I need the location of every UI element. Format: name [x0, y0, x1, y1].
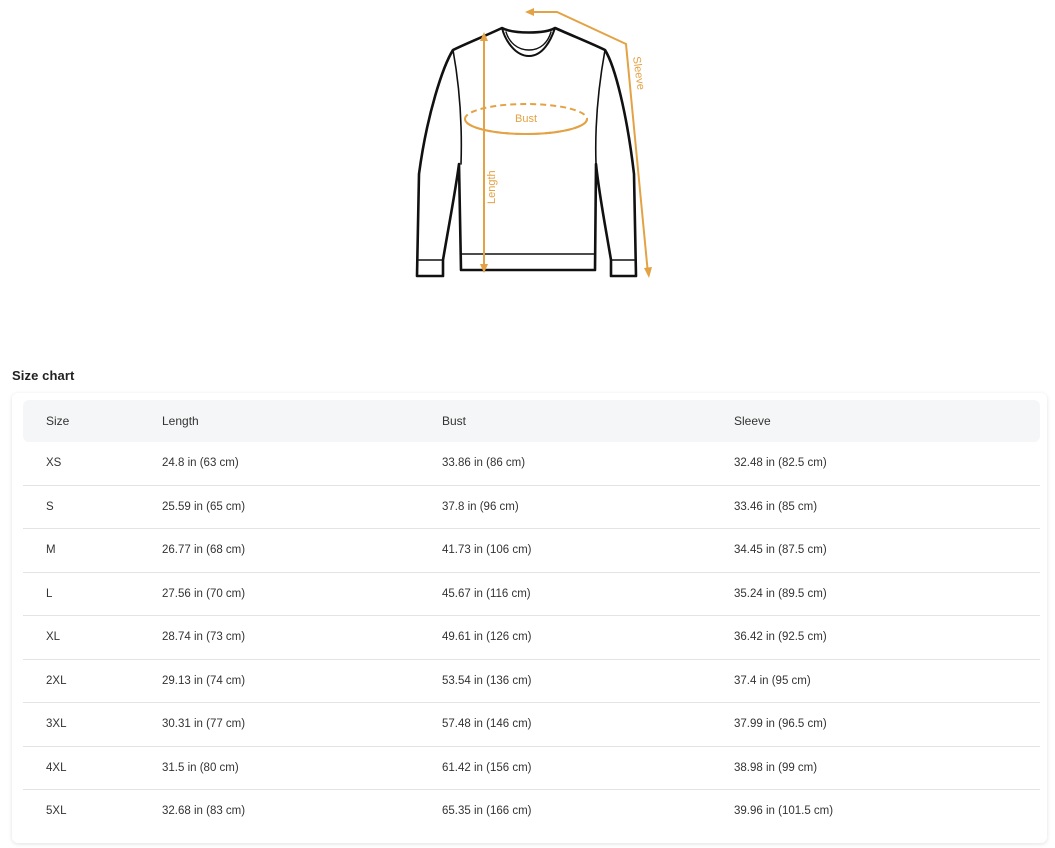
- cell-bust: 33.86 in (86 cm): [442, 442, 734, 486]
- cell-sleeve: 35.24 in (89.5 cm): [734, 572, 1040, 616]
- table-row: 5XL 32.68 in (83 cm) 65.35 in (166 cm) 3…: [23, 790, 1040, 833]
- table-row: 3XL 30.31 in (77 cm) 57.48 in (146 cm) 3…: [23, 702, 1040, 747]
- cell-size: XS: [23, 442, 162, 486]
- cell-length: 28.74 in (73 cm): [162, 615, 442, 660]
- cell-sleeve: 36.42 in (92.5 cm): [734, 615, 1040, 660]
- header-bust: Bust: [442, 414, 467, 428]
- cell-bust: 45.67 in (116 cm): [442, 572, 734, 616]
- table-row: 2XL 29.13 in (74 cm) 53.54 in (136 cm) 3…: [23, 659, 1040, 703]
- cell-size: XL: [23, 615, 162, 660]
- table-row: L 27.56 in (70 cm) 45.67 in (116 cm) 35.…: [23, 572, 1040, 616]
- cell-length: 27.56 in (70 cm): [162, 572, 442, 616]
- length-arrow-bottom-icon: [480, 264, 488, 273]
- cell-sleeve: 33.46 in (85 cm): [734, 485, 1040, 529]
- cell-size: 2XL: [23, 659, 162, 703]
- table-row: XL 28.74 in (73 cm) 49.61 in (126 cm) 36…: [23, 615, 1040, 660]
- cell-bust: 53.54 in (136 cm): [442, 659, 734, 703]
- cell-length: 32.68 in (83 cm): [162, 805, 246, 818]
- size-chart-title: Size chart: [12, 368, 75, 383]
- cell-length: 26.77 in (68 cm): [162, 528, 442, 573]
- cell-sleeve: 32.48 in (82.5 cm): [734, 442, 1040, 486]
- length-label: Length: [486, 170, 498, 204]
- size-chart-card: Size Length Bust Sleeve XS 24.8 in (63 c…: [12, 393, 1047, 843]
- sleeve-arrow-end-icon: [644, 267, 652, 278]
- sleeve-label: Sleeve: [630, 56, 647, 91]
- header-sleeve: Sleeve: [734, 414, 771, 428]
- cell-bust: 61.42 in (156 cm): [442, 746, 734, 790]
- sweatshirt-measurement-diagram: Bust Length Sleeve: [405, 4, 665, 286]
- cell-length: 24.8 in (63 cm): [162, 442, 442, 486]
- table-header-row: Size Length Bust Sleeve: [23, 400, 1040, 442]
- size-guide-page: Bust Length Sleeve Size chart Size Lengt…: [0, 0, 1055, 848]
- cell-size: 5XL: [46, 805, 67, 818]
- sleeve-arrow-start-icon: [525, 8, 534, 16]
- table-row: XS 24.8 in (63 cm) 33.86 in (86 cm) 32.4…: [23, 442, 1040, 486]
- table-row: M 26.77 in (68 cm) 41.73 in (106 cm) 34.…: [23, 528, 1040, 573]
- table-row: 4XL 31.5 in (80 cm) 61.42 in (156 cm) 38…: [23, 746, 1040, 790]
- cell-size: 3XL: [23, 702, 162, 747]
- cell-sleeve: 37.99 in (96.5 cm): [734, 702, 1040, 747]
- cell-bust: 57.48 in (146 cm): [442, 702, 734, 747]
- cell-size: M: [23, 528, 162, 573]
- cell-size: L: [23, 572, 162, 616]
- cell-sleeve: 38.98 in (99 cm): [734, 746, 1040, 790]
- cell-sleeve: 37.4 in (95 cm): [734, 659, 1040, 703]
- cell-size: S: [23, 485, 162, 529]
- cell-sleeve: 34.45 in (87.5 cm): [734, 528, 1040, 573]
- header-length: Length: [162, 414, 199, 428]
- cell-length: 25.59 in (65 cm): [162, 485, 442, 529]
- cell-sleeve: 39.96 in (101.5 cm): [734, 805, 834, 818]
- table-row: S 25.59 in (65 cm) 37.8 in (96 cm) 33.46…: [23, 485, 1040, 529]
- cell-bust: 65.35 in (166 cm): [442, 805, 532, 818]
- bust-label: Bust: [515, 113, 537, 125]
- cell-bust: 41.73 in (106 cm): [442, 528, 734, 573]
- size-chart-table: Size Length Bust Sleeve XS 24.8 in (63 c…: [23, 400, 1040, 833]
- cell-length: 29.13 in (74 cm): [162, 659, 442, 703]
- cell-bust: 49.61 in (126 cm): [442, 615, 734, 660]
- cell-bust: 37.8 in (96 cm): [442, 485, 734, 529]
- sweatshirt-illustration: Bust Length Sleeve: [415, 8, 652, 278]
- cell-length: 31.5 in (80 cm): [162, 746, 442, 790]
- cell-length: 30.31 in (77 cm): [162, 702, 442, 747]
- header-size: Size: [46, 414, 70, 428]
- cell-size: 4XL: [23, 746, 162, 790]
